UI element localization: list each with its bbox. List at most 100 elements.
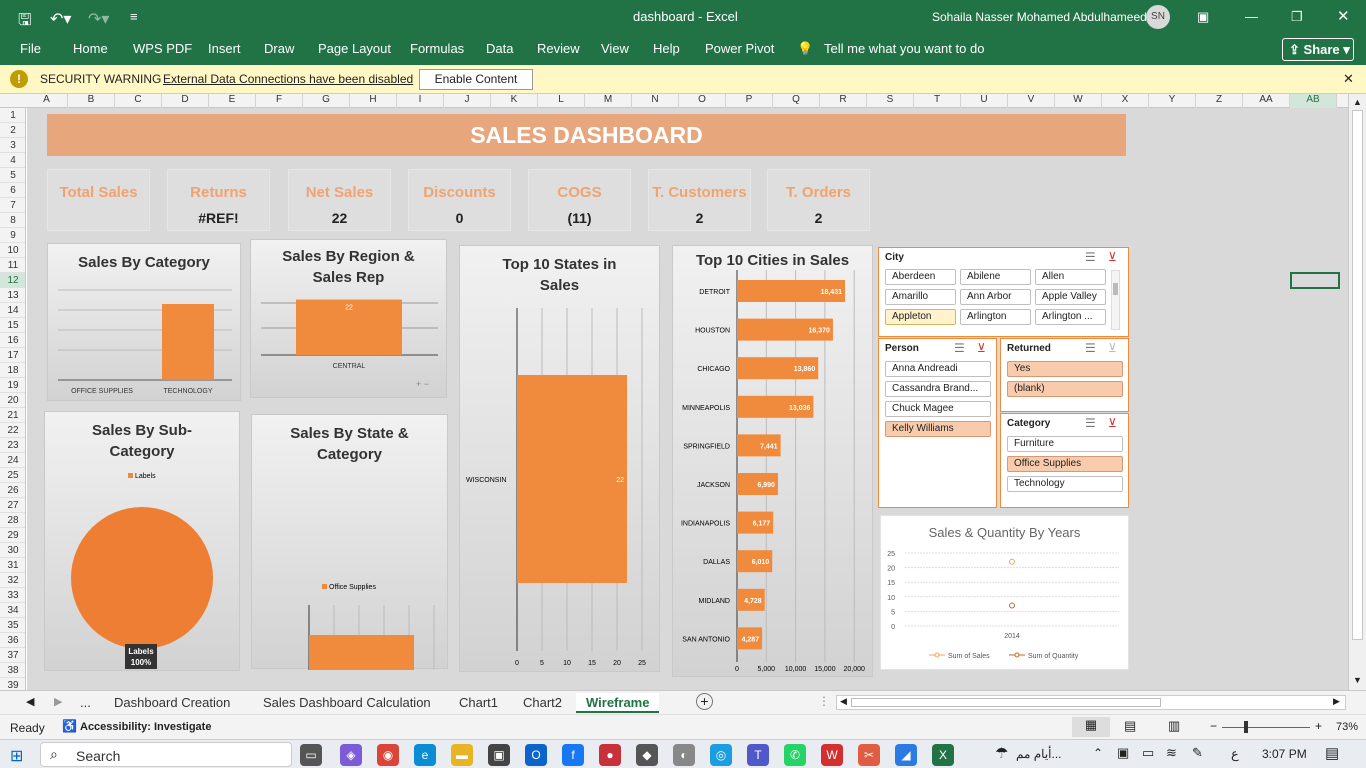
row-header[interactable]: 34 <box>0 603 25 618</box>
column-header[interactable]: Q <box>773 94 820 108</box>
tab-dashboard-creation[interactable]: Dashboard Creation <box>104 693 240 713</box>
tab-sales-dashboard-calculation[interactable]: Sales Dashboard Calculation <box>253 693 441 713</box>
chrome-icon[interactable]: ◉ <box>377 744 399 766</box>
slicer-item[interactable]: Furniture <box>1007 436 1123 452</box>
slicer-item[interactable]: Apple Valley <box>1035 289 1106 305</box>
slicer-item[interactable]: Allen <box>1035 269 1106 285</box>
notification-icon[interactable]: ▤ <box>1325 744 1339 762</box>
close-warning-icon[interactable]: ✕ <box>1343 71 1354 87</box>
app-icon-3[interactable]: ◐ <box>673 744 695 766</box>
avatar[interactable]: SN <box>1146 5 1170 29</box>
column-header[interactable]: AA <box>1243 94 1290 108</box>
menu-formulas[interactable]: Formulas <box>410 41 464 56</box>
column-header[interactable]: S <box>867 94 914 108</box>
pen-icon[interactable]: ✎ <box>1192 745 1203 761</box>
slicer-item[interactable]: Amarillo <box>885 289 956 305</box>
multi-select-icon[interactable]: ☰ <box>1085 250 1096 264</box>
row-header[interactable]: 23 <box>0 438 25 453</box>
row-header[interactable]: 12 <box>0 273 25 288</box>
column-header[interactable]: E <box>209 94 256 108</box>
split-handle-icon[interactable]: ⋮ <box>818 694 830 708</box>
chart-sales-by-region[interactable]: Sales By Region & Sales Rep 22 CENTRAL + … <box>250 239 447 398</box>
row-header[interactable]: 29 <box>0 528 25 543</box>
clear-filter-icon[interactable]: ⊻ <box>977 341 986 355</box>
multi-select-icon[interactable]: ☰ <box>1085 416 1096 430</box>
zoom-out-icon[interactable]: − <box>1210 719 1217 733</box>
worksheet[interactable]: SALES DASHBOARD Total Sales Returns #REF! N… <box>27 108 1348 690</box>
excel-icon[interactable]: X <box>932 744 954 766</box>
row-header[interactable]: 39 <box>0 678 25 690</box>
row-header[interactable]: 13 <box>0 288 25 303</box>
language-indicator[interactable]: ع <box>1231 746 1239 762</box>
multi-select-icon[interactable]: ☰ <box>1085 341 1096 355</box>
menu-data[interactable]: Data <box>486 41 513 56</box>
column-header[interactable]: W <box>1055 94 1102 108</box>
row-header[interactable]: 35 <box>0 618 25 633</box>
restore-icon[interactable]: ❐ <box>1291 9 1303 25</box>
column-header[interactable]: T <box>914 94 961 108</box>
slicer-returned[interactable]: Returned ☰ ⊻ Yes (blank) <box>1000 338 1129 412</box>
row-header[interactable]: 32 <box>0 573 25 588</box>
column-header[interactable]: M <box>585 94 632 108</box>
menu-view[interactable]: View <box>601 41 629 56</box>
slicer-city[interactable]: City ☰ ⊻ Aberdeen Abilene Allen Amarillo Ann… <box>878 247 1129 337</box>
chart-sales-by-state-category[interactable]: Sales By State & Category Office Supplie… <box>251 414 448 670</box>
clear-filter-icon[interactable]: ⊻ <box>1108 341 1117 355</box>
battery-icon[interactable]: ▭ <box>1142 745 1154 761</box>
windows-start-icon[interactable]: ⊞ <box>10 746 23 766</box>
row-header[interactable]: 33 <box>0 588 25 603</box>
column-header[interactable]: P <box>726 94 773 108</box>
tab-chart1[interactable]: Chart1 <box>449 693 508 713</box>
row-header[interactable]: 4 <box>0 153 25 168</box>
slicer-person[interactable]: Person ☰ ⊻ Anna Andreadi Cassandra Brand.… <box>878 338 997 508</box>
selected-cell[interactable] <box>1290 272 1340 289</box>
edge-icon[interactable]: e <box>414 744 436 766</box>
clock[interactable]: 3:07 PM <box>1262 747 1307 761</box>
column-header[interactable]: V <box>1008 94 1055 108</box>
column-header[interactable]: G <box>303 94 350 108</box>
minimize-icon[interactable]: — <box>1245 9 1258 24</box>
row-header[interactable]: 19 <box>0 378 25 393</box>
column-header[interactable]: Y <box>1149 94 1196 108</box>
slicer-category[interactable]: Category ☰ ⊻ Furniture Office Supplies Tec… <box>1000 413 1129 508</box>
column-header[interactable]: X <box>1102 94 1149 108</box>
app-icon-2[interactable]: ◆ <box>636 744 658 766</box>
slicer-item[interactable]: Ann Arbor <box>960 289 1031 305</box>
wifi-icon[interactable]: ≋ <box>1166 745 1177 761</box>
vertical-scrollbar[interactable]: ▲ ▼ <box>1348 94 1366 690</box>
undo-icon[interactable]: ↶▾ <box>50 9 71 29</box>
column-header[interactable]: H <box>350 94 397 108</box>
prev-sheet-icon[interactable]: ◀ <box>26 695 34 708</box>
h-scroll-thumb[interactable] <box>851 698 1161 707</box>
multi-select-icon[interactable]: ☰ <box>954 341 965 355</box>
slicer-item[interactable]: Arlington ... <box>1035 309 1106 325</box>
app-icon-6[interactable]: ◢ <box>895 744 917 766</box>
zoom-in-icon[interactable]: + <box>1315 719 1322 733</box>
slicer-scrollbar[interactable] <box>1111 270 1120 330</box>
slicer-item[interactable]: Appleton <box>885 309 956 325</box>
share-button[interactable]: ⇪ Share ▾ <box>1282 38 1354 61</box>
row-header[interactable]: 8 <box>0 213 25 228</box>
row-header[interactable]: 20 <box>0 393 25 408</box>
row-header[interactable]: 21 <box>0 408 25 423</box>
column-header[interactable]: R <box>820 94 867 108</box>
zoom-slider[interactable] <box>1222 721 1310 733</box>
row-header[interactable]: 7 <box>0 198 25 213</box>
menu-home[interactable]: Home <box>73 41 108 56</box>
chart-sales-by-sub-category[interactable]: Sales By Sub-Category Labels Labels 100% <box>44 411 240 671</box>
tab-chart2[interactable]: Chart2 <box>513 693 572 713</box>
accessibility-status[interactable]: Accessibility: Investigate <box>80 721 211 733</box>
tab-wireframe[interactable]: Wireframe <box>576 693 660 713</box>
row-header[interactable]: 18 <box>0 363 25 378</box>
save-icon[interactable]: 🖫 <box>18 9 32 36</box>
weather-text[interactable]: أيام مم... <box>1016 747 1062 761</box>
teams-icon[interactable]: T <box>747 744 769 766</box>
ribbon-display-icon[interactable]: ▣ <box>1197 9 1209 25</box>
row-header[interactable]: 27 <box>0 498 25 513</box>
expand-collapse-icon[interactable]: + − <box>416 379 429 389</box>
row-header[interactable]: 25 <box>0 468 25 483</box>
menu-power-pivot[interactable]: Power Pivot <box>705 41 774 56</box>
row-header[interactable]: 10 <box>0 243 25 258</box>
clear-filter-icon[interactable]: ⊻ <box>1108 250 1117 264</box>
tray-app-icon[interactable]: ▣ <box>1117 745 1129 761</box>
